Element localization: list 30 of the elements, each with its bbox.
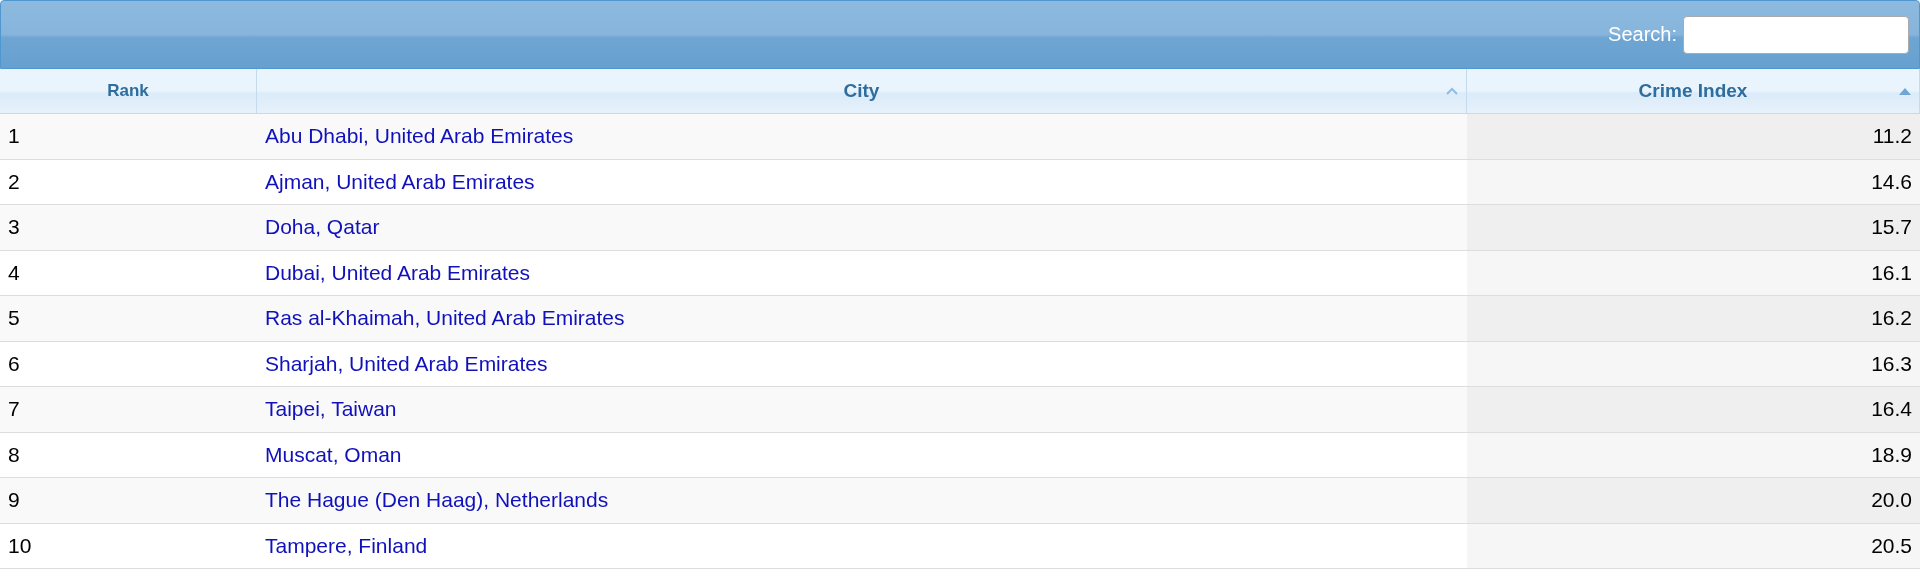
table-cell: 14.6	[1467, 159, 1920, 205]
table-cell: 20.5	[1467, 523, 1920, 569]
column-header[interactable]: Crime Index	[1467, 69, 1920, 114]
city-link[interactable]: Dubai, United Arab Emirates	[265, 260, 530, 285]
table-cell: 15.7	[1467, 205, 1920, 251]
table-cell: 3	[0, 205, 257, 251]
city-link[interactable]: Muscat, Oman	[265, 442, 402, 467]
table-cell: 11.2	[1467, 114, 1920, 160]
search-label: Search:	[1608, 23, 1677, 46]
table-cell: 16.4	[1467, 387, 1920, 433]
city-link[interactable]: Tampere, Finland	[265, 533, 428, 558]
table-cell: 18.9	[1467, 432, 1920, 478]
table-cell: 16.2	[1467, 296, 1920, 342]
search-field[interactable]	[1683, 15, 1909, 54]
table-cell: 5	[0, 296, 257, 342]
table-cell: 16.1	[1467, 250, 1920, 296]
table-cell: 1	[0, 114, 257, 160]
city-link[interactable]: Taipei, Taiwan	[265, 397, 397, 422]
table-cell: 7	[0, 387, 257, 433]
table-cell: 16.3	[1467, 341, 1920, 387]
city-link[interactable]: Ajman, United Arab Emirates	[265, 169, 535, 194]
city-link[interactable]: The Hague (Den Haag), Netherlands	[265, 488, 609, 513]
table-cell: 20.0	[1467, 478, 1920, 524]
table-cell: 9	[0, 478, 257, 524]
city-link[interactable]: Ras al-Khaimah, United Arab Emirates	[265, 306, 625, 331]
column-header[interactable]: City	[257, 69, 1467, 114]
city-link[interactable]: Doha, Qatar	[265, 215, 380, 240]
column-header[interactable]: Rank	[0, 69, 257, 114]
city-link[interactable]: Sharjah, United Arab Emirates	[265, 351, 548, 376]
city-link[interactable]: Abu Dhabi, United Arab Emirates	[265, 124, 574, 149]
